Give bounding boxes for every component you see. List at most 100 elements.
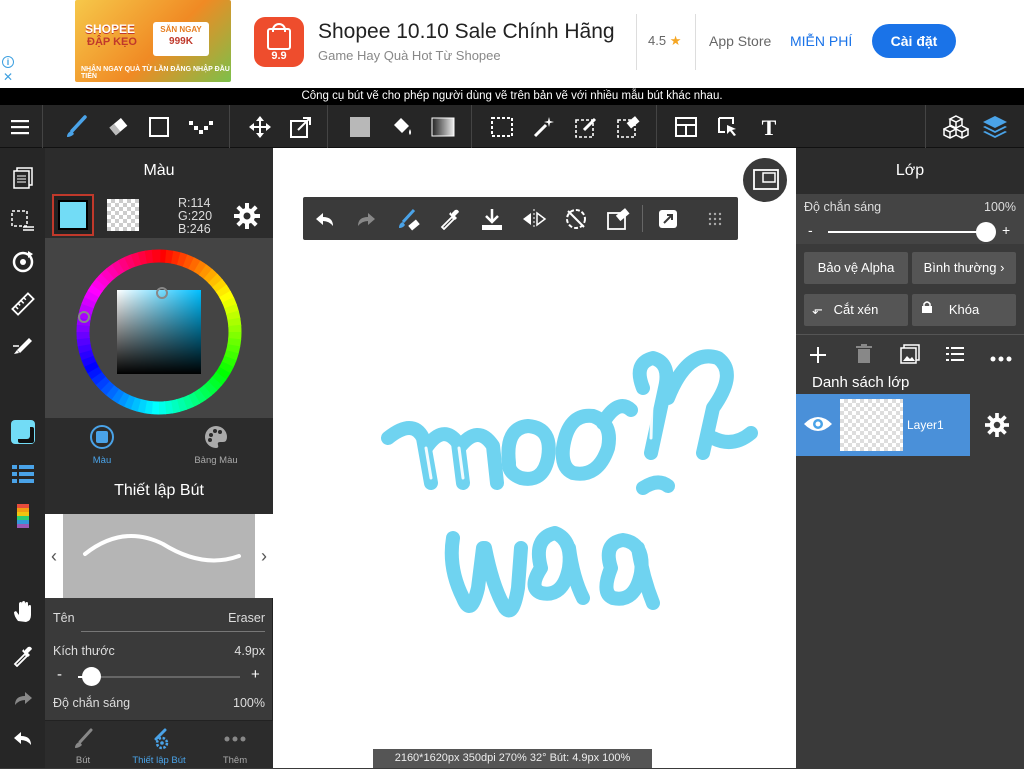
color-wheel[interactable] xyxy=(73,246,245,418)
blend-mode-label: Bình thường xyxy=(924,260,997,275)
palette-strip-icon[interactable] xyxy=(0,496,45,536)
close-icon[interactable]: ✕ xyxy=(3,70,13,84)
frame-tool-icon[interactable] xyxy=(666,105,706,148)
grip-icon[interactable] xyxy=(696,197,734,240)
redo-icon[interactable] xyxy=(347,197,385,240)
tab-brush-label: Bút xyxy=(45,755,121,766)
clipping-button[interactable]: ⬐Cắt xén xyxy=(804,294,908,326)
layers-icon[interactable] xyxy=(975,105,1015,148)
layer-image-icon[interactable] xyxy=(900,344,920,369)
eye-icon[interactable] xyxy=(803,414,833,439)
ad-promo-card: SĂN NGAY 999K xyxy=(153,22,209,56)
fill-color-icon[interactable] xyxy=(340,105,380,148)
eyedropper-icon[interactable] xyxy=(431,197,469,240)
select-eraser-icon[interactable] xyxy=(608,105,648,148)
gallery-icon[interactable] xyxy=(0,158,45,198)
opacity-plus-button[interactable]: + xyxy=(1002,222,1010,238)
tab-brush-settings[interactable]: Thiết lập Bút xyxy=(121,721,197,769)
main-color-swatch[interactable] xyxy=(52,194,94,236)
undo-icon[interactable] xyxy=(306,197,344,240)
transform-tool-icon[interactable] xyxy=(281,105,321,148)
brush-list-icon[interactable] xyxy=(0,454,45,494)
divider xyxy=(642,205,643,232)
blend-mode-button[interactable]: Bình thường › xyxy=(912,252,1016,284)
dot-tool-icon[interactable] xyxy=(181,105,221,148)
brush-size-value: 4.9px xyxy=(234,644,265,658)
text-tool-icon[interactable]: T xyxy=(749,105,789,148)
layer-list-icon[interactable] xyxy=(946,346,964,367)
opacity-minus-button[interactable]: - xyxy=(808,222,813,238)
ruler-icon[interactable] xyxy=(0,284,45,324)
brush-opacity-label: Độ chắn sáng xyxy=(53,696,130,710)
gradient-tool-icon[interactable] xyxy=(423,105,463,148)
color-swatch-icon[interactable] xyxy=(0,412,45,452)
brush-tool-icon[interactable] xyxy=(56,105,96,148)
flip-icon[interactable] xyxy=(515,197,553,240)
bucket-tool-icon[interactable] xyxy=(382,105,422,148)
gear-icon[interactable] xyxy=(234,203,260,234)
color-tabs: Màu Bảng Màu xyxy=(45,418,273,468)
magic-wand-icon[interactable] xyxy=(524,105,564,148)
info-icon[interactable]: i xyxy=(2,56,14,68)
chevron-right-icon[interactable]: › xyxy=(255,514,273,598)
brush-name-row[interactable]: Tên Eraser xyxy=(45,611,273,635)
layer-row[interactable]: Layer1 xyxy=(796,394,970,456)
layer-actions xyxy=(796,334,1024,374)
redo-icon[interactable] xyxy=(0,678,45,718)
size-slider-handle[interactable] xyxy=(82,667,101,686)
select-pen-icon[interactable] xyxy=(566,105,606,148)
clear-layer-icon[interactable] xyxy=(599,197,637,240)
more-icon[interactable] xyxy=(990,350,1012,368)
ad-promo-subtitle: ĐẬP KẸO xyxy=(87,36,137,48)
protect-alpha-button[interactable]: Bảo vệ Alpha xyxy=(804,252,908,284)
move-tool-icon[interactable] xyxy=(240,105,280,148)
brush-opacity-row: Độ chắn sáng 100% xyxy=(45,696,273,720)
trash-icon[interactable] xyxy=(855,344,873,369)
tab-color[interactable]: Màu xyxy=(45,418,159,468)
divider xyxy=(229,105,230,148)
rotate-canvas-icon[interactable] xyxy=(0,242,45,282)
size-slider-track[interactable] xyxy=(78,676,240,678)
shopee-app-icon[interactable]: 9.9 xyxy=(254,17,304,67)
chevron-left-icon[interactable]: ‹ xyxy=(45,514,63,598)
size-minus-button[interactable]: - xyxy=(57,666,62,683)
sub-color-swatch[interactable] xyxy=(107,199,139,231)
brush-settings-icon xyxy=(148,728,170,750)
share-icon[interactable] xyxy=(649,197,687,240)
opacity-slider-handle[interactable] xyxy=(976,222,996,242)
ad-banner[interactable]: SHOPEE ĐẬP KẸO SĂN NGAY 999K NHẬN NGAY Q… xyxy=(0,0,1024,88)
rgb-readout: R:114 G:220 B:246 xyxy=(178,197,212,236)
size-plus-button[interactable]: + xyxy=(251,666,260,683)
eyedropper-icon[interactable] xyxy=(0,636,45,676)
hand-tool-icon[interactable] xyxy=(0,592,45,632)
brush-eraser-toggle-icon[interactable] xyxy=(389,197,427,240)
app-icon-label: 9.9 xyxy=(254,50,304,62)
navigator-button[interactable] xyxy=(741,156,789,204)
lock-button[interactable]: Khóa xyxy=(912,294,1016,326)
selection-list-icon[interactable] xyxy=(0,200,45,240)
navigator-icon xyxy=(753,169,779,191)
tab-brush[interactable]: Bút xyxy=(45,721,121,769)
layer-settings-button[interactable] xyxy=(970,394,1024,456)
divider xyxy=(925,105,926,148)
drawing-canvas[interactable] xyxy=(273,148,796,768)
install-button[interactable]: Cài đặt xyxy=(872,24,956,58)
ad-title[interactable]: Shopee 10.10 Sale Chính Hãng xyxy=(318,20,615,44)
download-icon[interactable] xyxy=(473,197,511,240)
brush-opacity-value: 100% xyxy=(233,696,265,710)
reset-rotation-icon[interactable] xyxy=(557,197,595,240)
add-layer-icon[interactable] xyxy=(808,345,828,370)
tab-more[interactable]: Thêm xyxy=(197,721,273,769)
ad-promo-image[interactable]: SHOPEE ĐẬP KẸO SĂN NGAY 999K NHẬN NGAY Q… xyxy=(75,0,231,82)
select-tool-icon[interactable] xyxy=(482,105,522,148)
undo-icon[interactable] xyxy=(0,718,45,758)
eraser-tool-icon[interactable] xyxy=(98,105,138,148)
menu-icon[interactable] xyxy=(0,105,40,148)
quick-toolbar xyxy=(303,197,738,240)
tab-palette[interactable]: Bảng Màu xyxy=(159,418,273,468)
shape-tool-icon[interactable] xyxy=(139,105,179,148)
tab-color-label: Màu xyxy=(45,455,159,466)
snap-pen-icon[interactable] xyxy=(0,324,45,364)
operation-tool-icon[interactable] xyxy=(708,105,748,148)
material-icon[interactable] xyxy=(936,105,976,148)
